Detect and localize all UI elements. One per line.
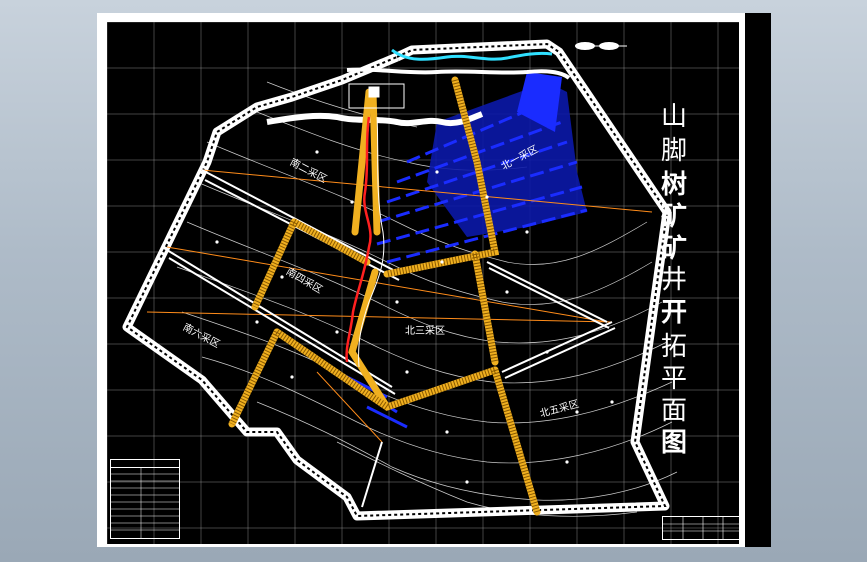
borehole-marker <box>315 150 319 154</box>
borehole-marker <box>255 320 259 324</box>
borehole-marker <box>290 375 294 379</box>
borehole-marker <box>545 350 549 354</box>
borehole-marker <box>575 410 579 414</box>
title-char: 拓 <box>660 332 687 362</box>
title-block-icon <box>662 516 744 540</box>
legend-rows <box>111 467 179 539</box>
zone-label-north-three: 北三采区 <box>405 326 445 337</box>
borehole-marker <box>485 195 489 199</box>
sheet-right-border <box>745 13 771 547</box>
borehole-marker <box>350 200 354 204</box>
mine-plan-map <box>107 22 739 544</box>
title-char: 矿 <box>660 234 687 264</box>
title-char: 井 <box>660 265 687 295</box>
contour-lines <box>176 81 678 517</box>
title-char: 图 <box>660 428 687 458</box>
legend-table-icon <box>110 459 180 539</box>
title-char: 树 <box>660 170 687 200</box>
borehole-marker <box>335 330 339 334</box>
borehole-marker <box>215 240 219 244</box>
title-char: 开 <box>660 298 687 328</box>
title-char: 矿 <box>660 202 687 232</box>
borehole-marker <box>610 400 614 404</box>
borehole-marker <box>440 260 444 264</box>
goaf-area-north-one <box>376 72 588 264</box>
borehole-marker <box>565 460 569 464</box>
borehole-marker <box>465 480 469 484</box>
borehole-marker <box>505 290 509 294</box>
cad-drawing-canvas[interactable]: 南二采区 北一采区 南四采区 北三采区 南六采区 北五采区 <box>107 22 739 544</box>
scale-bar-icon <box>575 42 627 50</box>
title-block-lines <box>663 517 743 539</box>
borehole-marker <box>395 300 399 304</box>
title-char: 山 <box>660 102 687 132</box>
title-char: 面 <box>660 396 687 426</box>
borehole-marker <box>525 230 529 234</box>
title-char: 平 <box>660 364 687 394</box>
borehole-marker <box>405 370 409 374</box>
borehole-marker <box>445 430 449 434</box>
borehole-marker <box>435 170 439 174</box>
title-char: 脚 <box>660 136 687 166</box>
